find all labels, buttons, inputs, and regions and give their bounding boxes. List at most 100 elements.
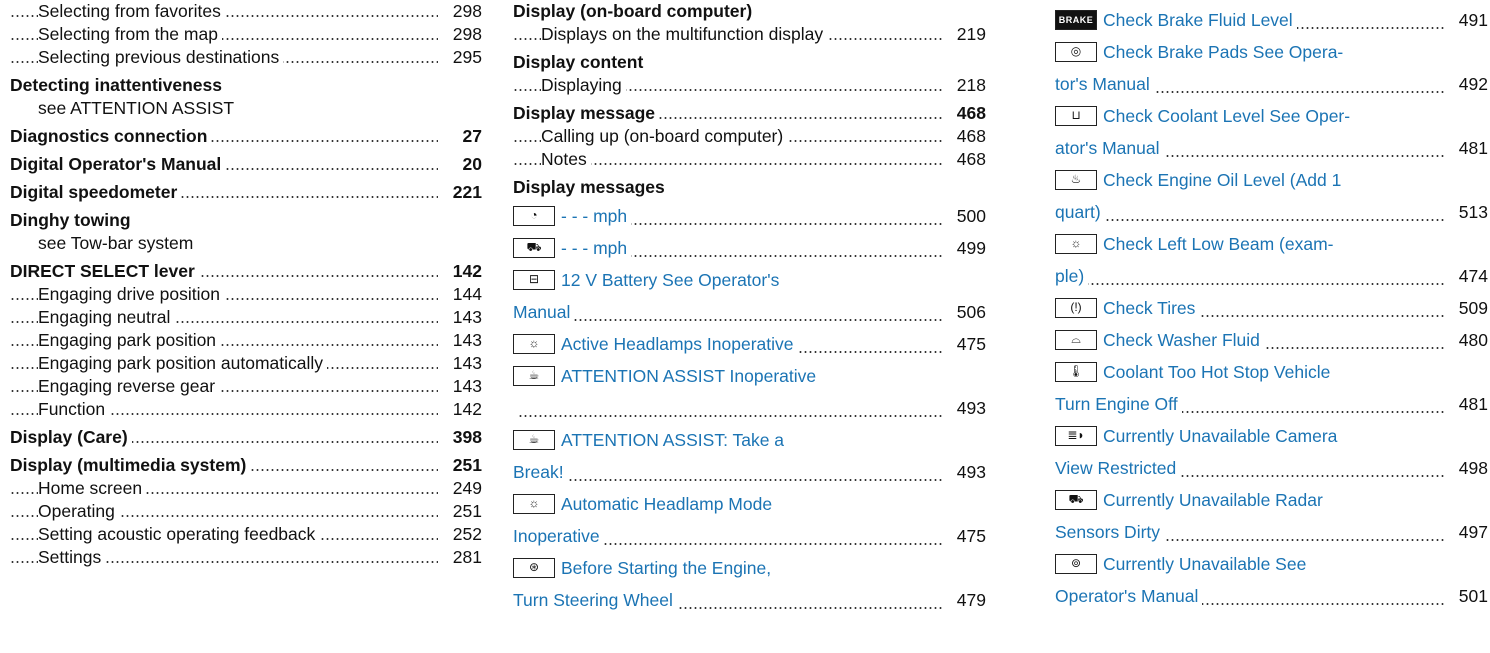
- page-number: 479: [950, 586, 986, 615]
- entry-label[interactable]: Check Brake Pads See Opera-: [1103, 42, 1343, 62]
- index-entry[interactable]: BRAKE Check Brake Fluid Level 491: [1055, 6, 1488, 35]
- entry-label[interactable]: Sensors Dirty: [1055, 522, 1160, 542]
- index-entry[interactable]: tor's Manual 492: [1055, 70, 1488, 99]
- index-entry[interactable]: Break! 493: [513, 458, 986, 487]
- index-entry[interactable]: Manual 506: [513, 298, 986, 327]
- index-entry[interactable]: quart) 513: [1055, 198, 1488, 227]
- entry-label[interactable]: Currently Unavailable See: [1103, 554, 1306, 574]
- lamp-icon: ☼: [1055, 234, 1097, 255]
- index-column-2: Display (on-board computer) Displays on t…: [513, 0, 986, 615]
- entry-label[interactable]: Turn Engine Off: [1055, 394, 1178, 414]
- page-number: 500: [950, 202, 986, 231]
- leader-dots: [1055, 219, 1444, 221]
- entry-label[interactable]: Inoperative: [513, 526, 600, 546]
- radar-car-icon: ⛟: [513, 238, 555, 259]
- index-entry[interactable]: ple) 474: [1055, 262, 1488, 291]
- index-entry[interactable]: ◎ Check Brake Pads See Opera-: [1055, 38, 1488, 67]
- entry-label[interactable]: Coolant Too Hot Stop Vehicle: [1103, 362, 1330, 382]
- index-entry[interactable]: ☼ Automatic Headlamp Mode: [513, 490, 986, 519]
- entry-label[interactable]: Before Starting the Engine,: [561, 558, 771, 578]
- entry-label[interactable]: Operator's Manual: [1055, 586, 1198, 606]
- camera-light-icon: ≣◗: [1055, 426, 1097, 447]
- entry-label[interactable]: Active Headlamps Inoperative: [561, 334, 793, 354]
- index-entry: Engaging drive position 144: [10, 283, 482, 306]
- page-number: 143: [446, 375, 482, 398]
- page-number: 143: [446, 329, 482, 352]
- index-entry[interactable]: View Restricted 498: [1055, 454, 1488, 483]
- index-entry[interactable]: ☼ Active Headlamps Inoperative 475: [513, 330, 986, 359]
- entry-label[interactable]: Break!: [513, 462, 564, 482]
- page-number: 506: [950, 298, 986, 327]
- page-number: 513: [1452, 198, 1488, 227]
- entry-label: Display content: [513, 52, 644, 72]
- entry-label[interactable]: Check Left Low Beam (exam-: [1103, 234, 1334, 254]
- page-number: 295: [446, 46, 482, 69]
- index-entry[interactable]: Inoperative 475: [513, 522, 986, 551]
- index-entry: 493: [513, 394, 986, 423]
- index-entry[interactable]: ◔ - - - mph 500: [513, 202, 986, 231]
- entry-label[interactable]: tor's Manual: [1055, 74, 1150, 94]
- entry-label[interactable]: - - - mph: [561, 238, 627, 258]
- page-number: 474: [1452, 262, 1488, 291]
- index-entry[interactable]: ator's Manual 481: [1055, 134, 1488, 163]
- entry-label: Operating: [38, 501, 115, 521]
- page-number: 481: [1452, 134, 1488, 163]
- entry-label[interactable]: Check Washer Fluid: [1103, 330, 1260, 350]
- entry-label: Display messages: [513, 177, 665, 197]
- entry-label[interactable]: ATTENTION ASSIST Inoperative: [561, 366, 816, 386]
- page-number: 468: [950, 102, 986, 125]
- entry-label: see Tow-bar system: [38, 233, 194, 253]
- entry-label[interactable]: Check Coolant Level See Oper-: [1103, 106, 1350, 126]
- washer-fluid-icon: ⌓: [1055, 330, 1097, 351]
- entry-label[interactable]: ator's Manual: [1055, 138, 1160, 158]
- entry-label: Engaging park position automatically: [38, 353, 324, 373]
- page-number: 298: [446, 23, 482, 46]
- index-entry[interactable]: ☕ ATTENTION ASSIST: Take a: [513, 426, 986, 455]
- index-entry[interactable]: ⊟ 12 V Battery See Operator's: [513, 266, 986, 295]
- index-entry[interactable]: ⛟ - - - mph 499: [513, 234, 986, 263]
- index-heading: Display (multimedia system) 251: [10, 454, 482, 477]
- index-entry[interactable]: Turn Steering Wheel 479: [513, 586, 986, 615]
- entry-label[interactable]: ple): [1055, 266, 1084, 286]
- index-entry[interactable]: ⌓ Check Washer Fluid 480: [1055, 326, 1488, 355]
- index-entry[interactable]: ☕ ATTENTION ASSIST Inoperative: [513, 362, 986, 391]
- page-number: 468: [950, 125, 986, 148]
- index-entry[interactable]: ≣◗ Currently Unavailable Camera: [1055, 422, 1488, 451]
- index-entry[interactable]: Turn Engine Off 481: [1055, 390, 1488, 419]
- entry-label[interactable]: Check Brake Fluid Level: [1103, 10, 1293, 30]
- index-entry[interactable]: ⛟ Currently Unavailable Radar: [1055, 486, 1488, 515]
- index-heading: DIRECT SELECT lever 142: [10, 260, 482, 283]
- entry-label[interactable]: Currently Unavailable Camera: [1103, 426, 1337, 446]
- entry-label[interactable]: Turn Steering Wheel: [513, 590, 673, 610]
- index-entry[interactable]: ♨ Check Engine Oil Level (Add 1: [1055, 166, 1488, 195]
- entry-label[interactable]: View Restricted: [1055, 458, 1176, 478]
- index-entry: Home screen 249: [10, 477, 482, 500]
- index-entry[interactable]: ☼ Check Left Low Beam (exam-: [1055, 230, 1488, 259]
- page-number: 218: [950, 74, 986, 97]
- index-entry[interactable]: (!) Check Tires 509: [1055, 294, 1488, 323]
- entry-label[interactable]: Automatic Headlamp Mode: [561, 494, 772, 514]
- index-entry: Operating 251: [10, 500, 482, 523]
- entry-label[interactable]: quart): [1055, 202, 1101, 222]
- index-entry[interactable]: ⊔ Check Coolant Level See Oper-: [1055, 102, 1488, 131]
- page-number: 144: [446, 283, 482, 306]
- entry-label: Digital Operator's Manual: [10, 154, 222, 174]
- steering-wheel-icon: ⊛: [513, 558, 555, 579]
- index-entry[interactable]: 🌡 Coolant Too Hot Stop Vehicle: [1055, 358, 1488, 387]
- page-number: 281: [446, 546, 482, 569]
- entry-label[interactable]: Manual: [513, 302, 570, 322]
- index-entry[interactable]: Sensors Dirty 497: [1055, 518, 1488, 547]
- index-entry[interactable]: ⊛ Before Starting the Engine,: [513, 554, 986, 583]
- index-entry[interactable]: ⊚ Currently Unavailable See: [1055, 550, 1488, 579]
- index-entry: see ATTENTION ASSIST: [10, 97, 482, 120]
- entry-label[interactable]: ATTENTION ASSIST: Take a: [561, 430, 784, 450]
- index-heading: Digital speedometer 221: [10, 181, 482, 204]
- entry-label[interactable]: - - - mph: [561, 206, 627, 226]
- entry-label: Engaging park position: [38, 330, 217, 350]
- entry-label[interactable]: 12 V Battery See Operator's: [561, 270, 779, 290]
- entry-label[interactable]: Check Tires: [1103, 298, 1195, 318]
- page-number: 475: [950, 330, 986, 359]
- entry-label[interactable]: Check Engine Oil Level (Add 1: [1103, 170, 1341, 190]
- index-entry[interactable]: Operator's Manual 501: [1055, 582, 1488, 611]
- entry-label[interactable]: Currently Unavailable Radar: [1103, 490, 1323, 510]
